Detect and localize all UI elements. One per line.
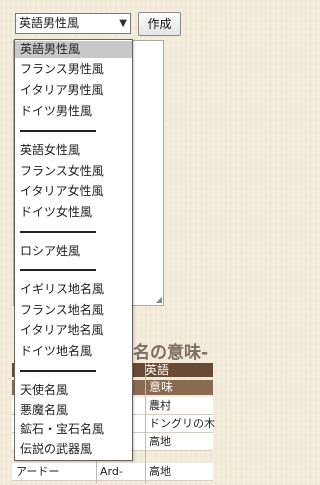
dropdown-option[interactable]: ドイツ地名風 bbox=[15, 343, 132, 360]
dropdown-option[interactable]: 英語女性風 bbox=[15, 142, 132, 159]
dropdown-option[interactable]: 英語男性風 bbox=[15, 41, 132, 58]
table-row: アードー Ard- 高地 bbox=[12, 463, 213, 481]
dropdown-separator bbox=[20, 231, 96, 233]
dropdown-option[interactable]: フランス女性風 bbox=[15, 163, 132, 180]
table-cell: Ard- bbox=[100, 465, 123, 478]
dropdown-option[interactable]: イタリア地名風 bbox=[15, 322, 132, 339]
dropdown-option[interactable]: フランス地名風 bbox=[15, 302, 132, 319]
dropdown-option[interactable]: イギリス地名風 bbox=[15, 281, 132, 298]
table-cell: 高地 bbox=[149, 435, 171, 448]
section-heading: 名の意味- bbox=[133, 343, 209, 363]
dropdown-option[interactable]: イタリア女性風 bbox=[15, 183, 132, 200]
table-header-language: 英語 bbox=[145, 363, 170, 377]
style-select-value: 英語男性風 bbox=[19, 16, 80, 30]
resize-grip-icon[interactable]: ◢ bbox=[156, 296, 162, 304]
table-cell: 高地 bbox=[149, 465, 171, 478]
table-cell: アードー bbox=[16, 465, 60, 478]
dropdown-option[interactable]: 鉱石・宝石名風 bbox=[15, 421, 132, 438]
dropdown-option[interactable]: 悪魔名風 bbox=[15, 402, 132, 419]
dropdown-option[interactable]: ロシア姓風 bbox=[15, 243, 132, 260]
dropdown-option[interactable]: フランス男性風 bbox=[15, 61, 132, 78]
dropdown-option[interactable]: 天使名風 bbox=[15, 382, 132, 399]
dropdown-option[interactable]: ドイツ女性風 bbox=[15, 204, 132, 221]
chevron-down-icon: ▼ bbox=[119, 18, 127, 29]
dropdown-separator bbox=[20, 130, 96, 132]
dropdown-separator bbox=[20, 370, 96, 372]
table-divider bbox=[145, 363, 146, 483]
create-button[interactable]: 作成 bbox=[138, 12, 181, 36]
dropdown-separator bbox=[20, 269, 96, 271]
dropdown-option[interactable]: ドイツ男性風 bbox=[15, 103, 132, 120]
dropdown-option[interactable]: 伝説の武器風 bbox=[15, 441, 132, 458]
table-cell: 農村 bbox=[149, 399, 171, 412]
table-header-meaning: 意味 bbox=[149, 380, 174, 394]
style-dropdown-list[interactable]: 英語男性風 フランス男性風 イタリア男性風 ドイツ男性風 英語女性風 フランス女… bbox=[14, 39, 133, 461]
style-select[interactable]: 英語男性風 ▼ bbox=[15, 13, 131, 34]
table-cell: ドングリの木 bbox=[149, 417, 215, 430]
dropdown-option[interactable]: イタリア男性風 bbox=[15, 82, 132, 99]
